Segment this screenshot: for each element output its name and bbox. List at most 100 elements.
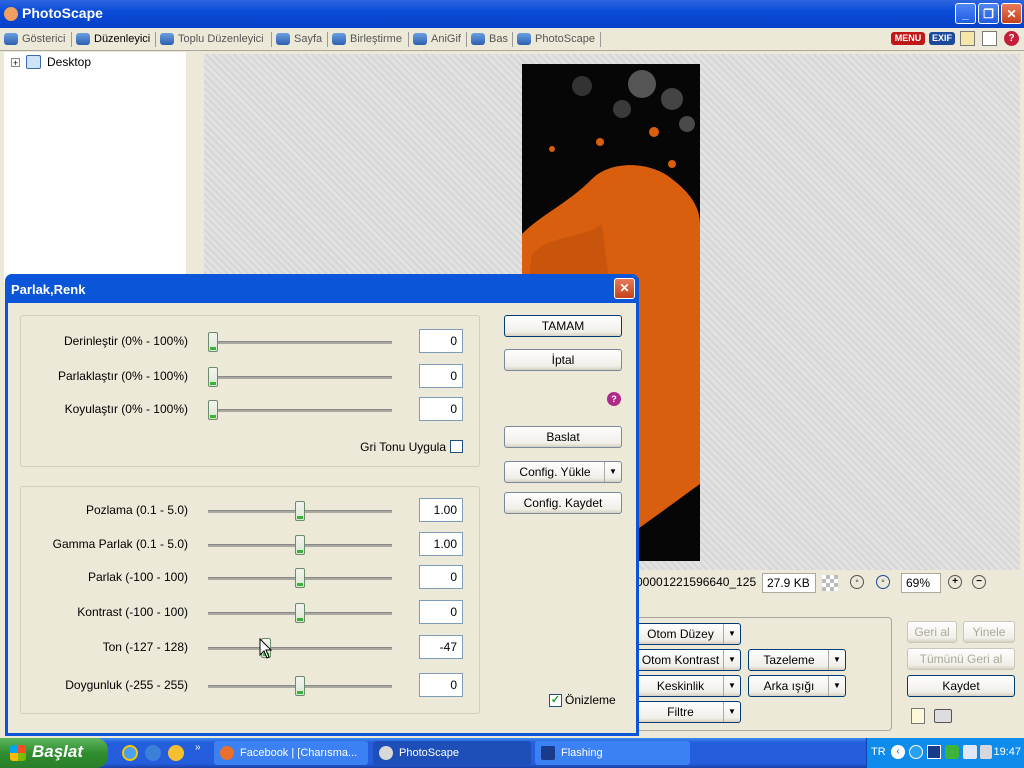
value-input[interactable]: 0 bbox=[419, 673, 463, 697]
zoom-actual-icon[interactable]: ◦ bbox=[876, 575, 890, 589]
cancel-button[interactable]: İptal bbox=[504, 349, 622, 371]
slider-thumb[interactable] bbox=[295, 603, 305, 623]
clock: 19:47 bbox=[993, 746, 1021, 758]
chevron-down-icon[interactable]: ▼ bbox=[828, 650, 845, 670]
tab-anigif[interactable]: AniGif bbox=[413, 30, 461, 48]
chevron-down-icon[interactable]: ▼ bbox=[723, 702, 740, 722]
slider-label: Derinleştir (0% - 100%) bbox=[63, 334, 188, 348]
start-label: Başlat bbox=[32, 742, 84, 761]
chevron-down-icon[interactable]: ▼ bbox=[723, 650, 740, 670]
zoom-fit-icon[interactable]: ◦ bbox=[850, 575, 864, 589]
slider-track[interactable] bbox=[208, 341, 392, 344]
slider-label: Koyulaştır (0% - 100%) bbox=[64, 402, 188, 416]
tab-divider bbox=[408, 32, 409, 47]
restore-button[interactable]: ❐ bbox=[978, 3, 999, 24]
preview-checkbox[interactable]: ✓ bbox=[549, 694, 562, 707]
start-button-taskbar[interactable]: Başlat bbox=[0, 738, 108, 768]
refresh-button[interactable]: Tazeleme ▼ bbox=[748, 649, 846, 671]
chevron-down-icon[interactable]: ▼ bbox=[604, 462, 621, 482]
sharpness-button[interactable]: Keskinlik ▼ bbox=[636, 675, 741, 697]
minimize-button[interactable]: _ bbox=[955, 3, 976, 24]
undo-button[interactable]: Geri al bbox=[907, 621, 957, 643]
security-shield-icon[interactable] bbox=[945, 745, 959, 759]
editor-icon bbox=[76, 33, 90, 45]
value-input[interactable]: -47 bbox=[419, 635, 463, 659]
grayscale-checkbox[interactable] bbox=[450, 440, 463, 453]
app-icon bbox=[4, 7, 18, 21]
dialog-close-button[interactable]: ✕ bbox=[614, 278, 635, 299]
config-save-button[interactable]: Config. Kaydet bbox=[504, 492, 622, 514]
document-icon[interactable] bbox=[911, 708, 925, 724]
slider-thumb[interactable] bbox=[295, 535, 305, 555]
redo-button[interactable]: Yinele bbox=[963, 621, 1015, 643]
slider-track[interactable] bbox=[208, 376, 392, 379]
help-icon[interactable]: ? bbox=[607, 392, 621, 406]
batch-icon bbox=[160, 33, 174, 45]
print-icon bbox=[471, 33, 485, 45]
slider-thumb[interactable] bbox=[295, 676, 305, 696]
slider-thumb[interactable] bbox=[208, 332, 218, 352]
folder-icon[interactable] bbox=[960, 31, 975, 46]
copy-icon[interactable] bbox=[982, 31, 997, 46]
zoom-out-icon[interactable]: − bbox=[972, 575, 986, 589]
value-input[interactable]: 0 bbox=[419, 397, 463, 421]
slider-thumb[interactable] bbox=[295, 501, 305, 521]
tab-batch-editor[interactable]: Toplu Düzenleyici bbox=[160, 30, 264, 48]
slider-thumb[interactable] bbox=[208, 400, 218, 420]
network-icon[interactable] bbox=[963, 745, 977, 759]
language-indicator[interactable]: TR bbox=[871, 746, 886, 758]
slider-track[interactable] bbox=[208, 647, 392, 650]
printer-icon[interactable] bbox=[934, 709, 952, 723]
firefox-icon bbox=[220, 746, 234, 760]
tree-item-desktop[interactable]: Desktop bbox=[47, 55, 91, 69]
value-input[interactable]: 0 bbox=[419, 600, 463, 624]
tab-divider bbox=[155, 32, 156, 47]
tab-combine[interactable]: Birleştirme bbox=[332, 30, 402, 48]
tab-viewer[interactable]: Gösterici bbox=[4, 30, 65, 48]
clock-app-icon[interactable] bbox=[168, 745, 184, 761]
start-button[interactable]: Baslat bbox=[504, 426, 622, 448]
file-name: 00001221596640_125 bbox=[636, 575, 757, 589]
taskbar-item-facebook[interactable]: Facebook | [Charısma... bbox=[214, 741, 368, 765]
value-input[interactable]: 0 bbox=[419, 565, 463, 589]
close-button[interactable]: ✕ bbox=[1001, 3, 1022, 24]
filter-button[interactable]: Filtre ▼ bbox=[636, 701, 741, 723]
value-input[interactable]: 0 bbox=[419, 329, 463, 353]
file-size: 27.9 KB bbox=[762, 573, 816, 593]
menu-badge[interactable]: MENU bbox=[891, 32, 925, 45]
value-input[interactable]: 1.00 bbox=[419, 498, 463, 522]
backlight-button[interactable]: Arka ışığı ▼ bbox=[748, 675, 846, 697]
value-input[interactable]: 0 bbox=[419, 364, 463, 388]
chevron-down-icon[interactable]: ▼ bbox=[828, 676, 845, 696]
tray-window-icon[interactable] bbox=[927, 745, 941, 759]
zoom-in-icon[interactable]: + bbox=[948, 575, 962, 589]
tab-divider bbox=[271, 32, 272, 47]
auto-contrast-button[interactable]: Otom Kontrast ▼ bbox=[636, 649, 741, 671]
tab-photoscape[interactable]: PhotoScape bbox=[517, 30, 595, 48]
tray-app-icon[interactable] bbox=[909, 745, 923, 759]
chevron-down-icon[interactable]: ▼ bbox=[723, 624, 740, 644]
tab-editor[interactable]: Düzenleyici bbox=[76, 30, 150, 48]
help-icon[interactable]: ? bbox=[1004, 31, 1019, 46]
back-arrow-icon[interactable]: ‹ bbox=[891, 745, 905, 759]
tab-page[interactable]: Sayfa bbox=[276, 30, 322, 48]
undo-all-button[interactable]: Tümünü Geri al bbox=[907, 648, 1015, 670]
slider-thumb[interactable] bbox=[295, 568, 305, 588]
slider-track[interactable] bbox=[208, 409, 392, 412]
tab-print[interactable]: Bas bbox=[471, 30, 508, 48]
expand-icon[interactable]: + bbox=[11, 58, 20, 68]
taskbar-item-flashing[interactable]: Flashing bbox=[535, 741, 690, 765]
config-load-button[interactable]: Config. Yükle ▼ bbox=[504, 461, 622, 483]
quicklaunch-more-icon[interactable]: » bbox=[195, 742, 201, 753]
auto-level-button[interactable]: Otom Düzey ▼ bbox=[636, 623, 741, 645]
ie-icon[interactable] bbox=[122, 745, 138, 761]
exif-badge[interactable]: EXIF bbox=[929, 32, 955, 45]
slider-thumb[interactable] bbox=[208, 367, 218, 387]
ok-button[interactable]: TAMAM bbox=[504, 315, 622, 337]
value-input[interactable]: 1.00 bbox=[419, 532, 463, 556]
taskbar-item-photoscape[interactable]: PhotoScape bbox=[373, 741, 531, 765]
save-button[interactable]: Kaydet bbox=[907, 675, 1015, 697]
page-icon bbox=[276, 33, 290, 45]
ie-settings-icon[interactable] bbox=[145, 745, 161, 761]
chevron-down-icon[interactable]: ▼ bbox=[723, 676, 740, 696]
